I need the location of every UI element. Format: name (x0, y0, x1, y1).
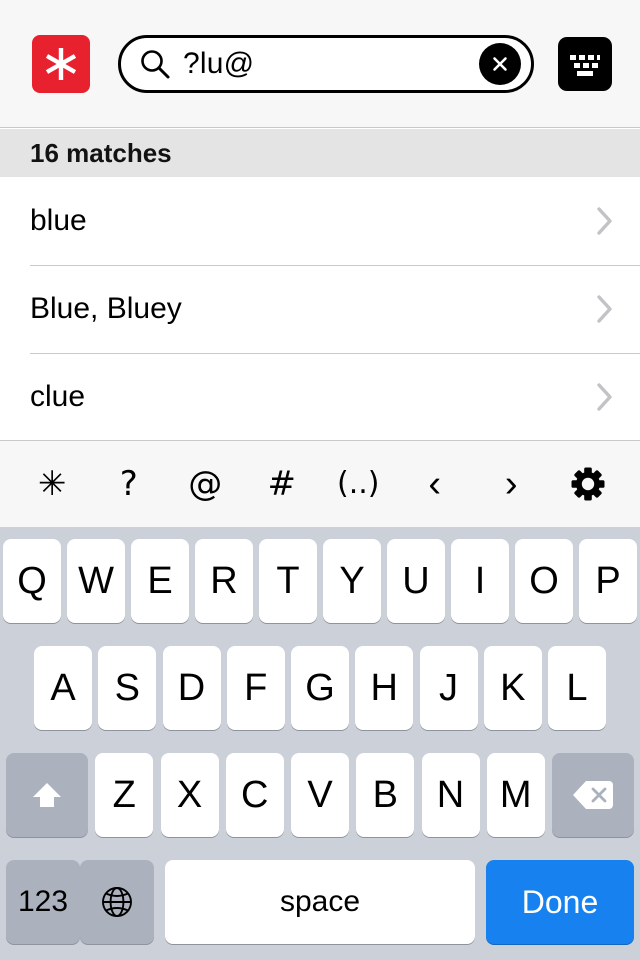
chevron-right-icon (597, 207, 612, 235)
key-i[interactable]: I (451, 539, 509, 623)
at-symbol-button[interactable]: @ (183, 467, 227, 501)
key-h[interactable]: H (355, 646, 414, 730)
keyboard-toggle-button[interactable] (558, 36, 612, 91)
space-key[interactable]: space (165, 860, 475, 944)
list-item[interactable]: Blue, Bluey (0, 265, 640, 353)
key-f[interactable]: F (226, 646, 285, 730)
key-o[interactable]: O (515, 539, 573, 623)
numbers-key[interactable]: 123 (6, 860, 80, 944)
list-item[interactable]: blue (0, 177, 640, 265)
next-match-button[interactable]: › (489, 465, 533, 503)
key-t[interactable]: T (259, 539, 317, 623)
key-s[interactable]: S (98, 646, 157, 730)
keyboard-row-3: Z X C V B N M (0, 753, 640, 849)
globe-language-icon (102, 887, 132, 917)
key-l[interactable]: L (548, 646, 606, 730)
gear-icon (571, 467, 605, 501)
asterisk-symbol-button[interactable]: ✳ (30, 467, 74, 501)
search-input[interactable]: ?lu@ (118, 34, 534, 93)
list-item[interactable]: clue (0, 353, 640, 439)
key-z[interactable]: Z (95, 753, 154, 837)
key-g[interactable]: G (291, 646, 349, 730)
backspace-delete-icon (573, 781, 613, 809)
asterisk-app-icon[interactable] (32, 34, 90, 93)
key-r[interactable]: R (195, 539, 253, 623)
key-j[interactable]: J (419, 646, 478, 730)
key-k[interactable]: K (483, 646, 542, 730)
question-mark-symbol-button[interactable]: ? (107, 467, 151, 501)
key-a[interactable]: A (34, 646, 92, 730)
key-q[interactable]: Q (3, 539, 61, 623)
match-count-label: 16 matches (30, 137, 172, 168)
hash-symbol-button[interactable]: # (260, 467, 304, 501)
result-label: Blue, Bluey (30, 292, 182, 325)
chevron-right-icon (597, 295, 612, 323)
key-p[interactable]: P (579, 539, 637, 623)
globe-key[interactable] (80, 860, 154, 944)
backspace-key[interactable] (552, 753, 634, 837)
key-x[interactable]: X (160, 753, 219, 837)
key-c[interactable]: C (225, 753, 284, 837)
symbol-toolbar: ✳ ? @ # (..) ‹ › (0, 440, 640, 527)
previous-match-button[interactable]: ‹ (413, 465, 457, 503)
close-icon (493, 56, 507, 71)
search-bar: ?lu@ (0, 0, 640, 128)
key-u[interactable]: U (387, 539, 445, 623)
key-b[interactable]: B (356, 753, 415, 837)
key-m[interactable]: M (486, 753, 545, 837)
search-icon (141, 49, 170, 78)
keyboard-row-2: A S D F G H J K L (0, 646, 640, 742)
match-count-bar: 16 matches (0, 129, 640, 177)
key-d[interactable]: D (162, 646, 221, 730)
shift-key[interactable] (6, 753, 88, 837)
key-y[interactable]: Y (323, 539, 381, 623)
key-w[interactable]: W (67, 539, 125, 623)
key-n[interactable]: N (421, 753, 480, 837)
parens-dots-symbol-button[interactable]: (..) (336, 469, 380, 499)
shift-arrow-icon (33, 783, 61, 807)
search-screen: ?lu@ 16 matches blue Blue, Bluey clue ✳ … (0, 0, 640, 960)
chevron-right-icon (597, 383, 612, 411)
onscreen-keyboard: Q W E R T Y U I O P A S D F G H J K L Z … (0, 527, 640, 960)
keyboard-icon (570, 54, 600, 76)
result-label: blue (30, 204, 87, 237)
settings-gear-button[interactable] (566, 466, 610, 502)
keyboard-row-1: Q W E R T Y U I O P (0, 539, 640, 635)
results-list[interactable]: blue Blue, Bluey clue (0, 177, 640, 439)
result-label: clue (30, 380, 86, 413)
done-key[interactable]: Done (486, 860, 634, 944)
clear-search-button[interactable] (479, 42, 521, 85)
keyboard-row-4: 123 space Done (0, 860, 640, 956)
key-e[interactable]: E (131, 539, 189, 623)
search-query-text: ?lu@ (183, 46, 255, 80)
key-v[interactable]: V (291, 753, 349, 837)
